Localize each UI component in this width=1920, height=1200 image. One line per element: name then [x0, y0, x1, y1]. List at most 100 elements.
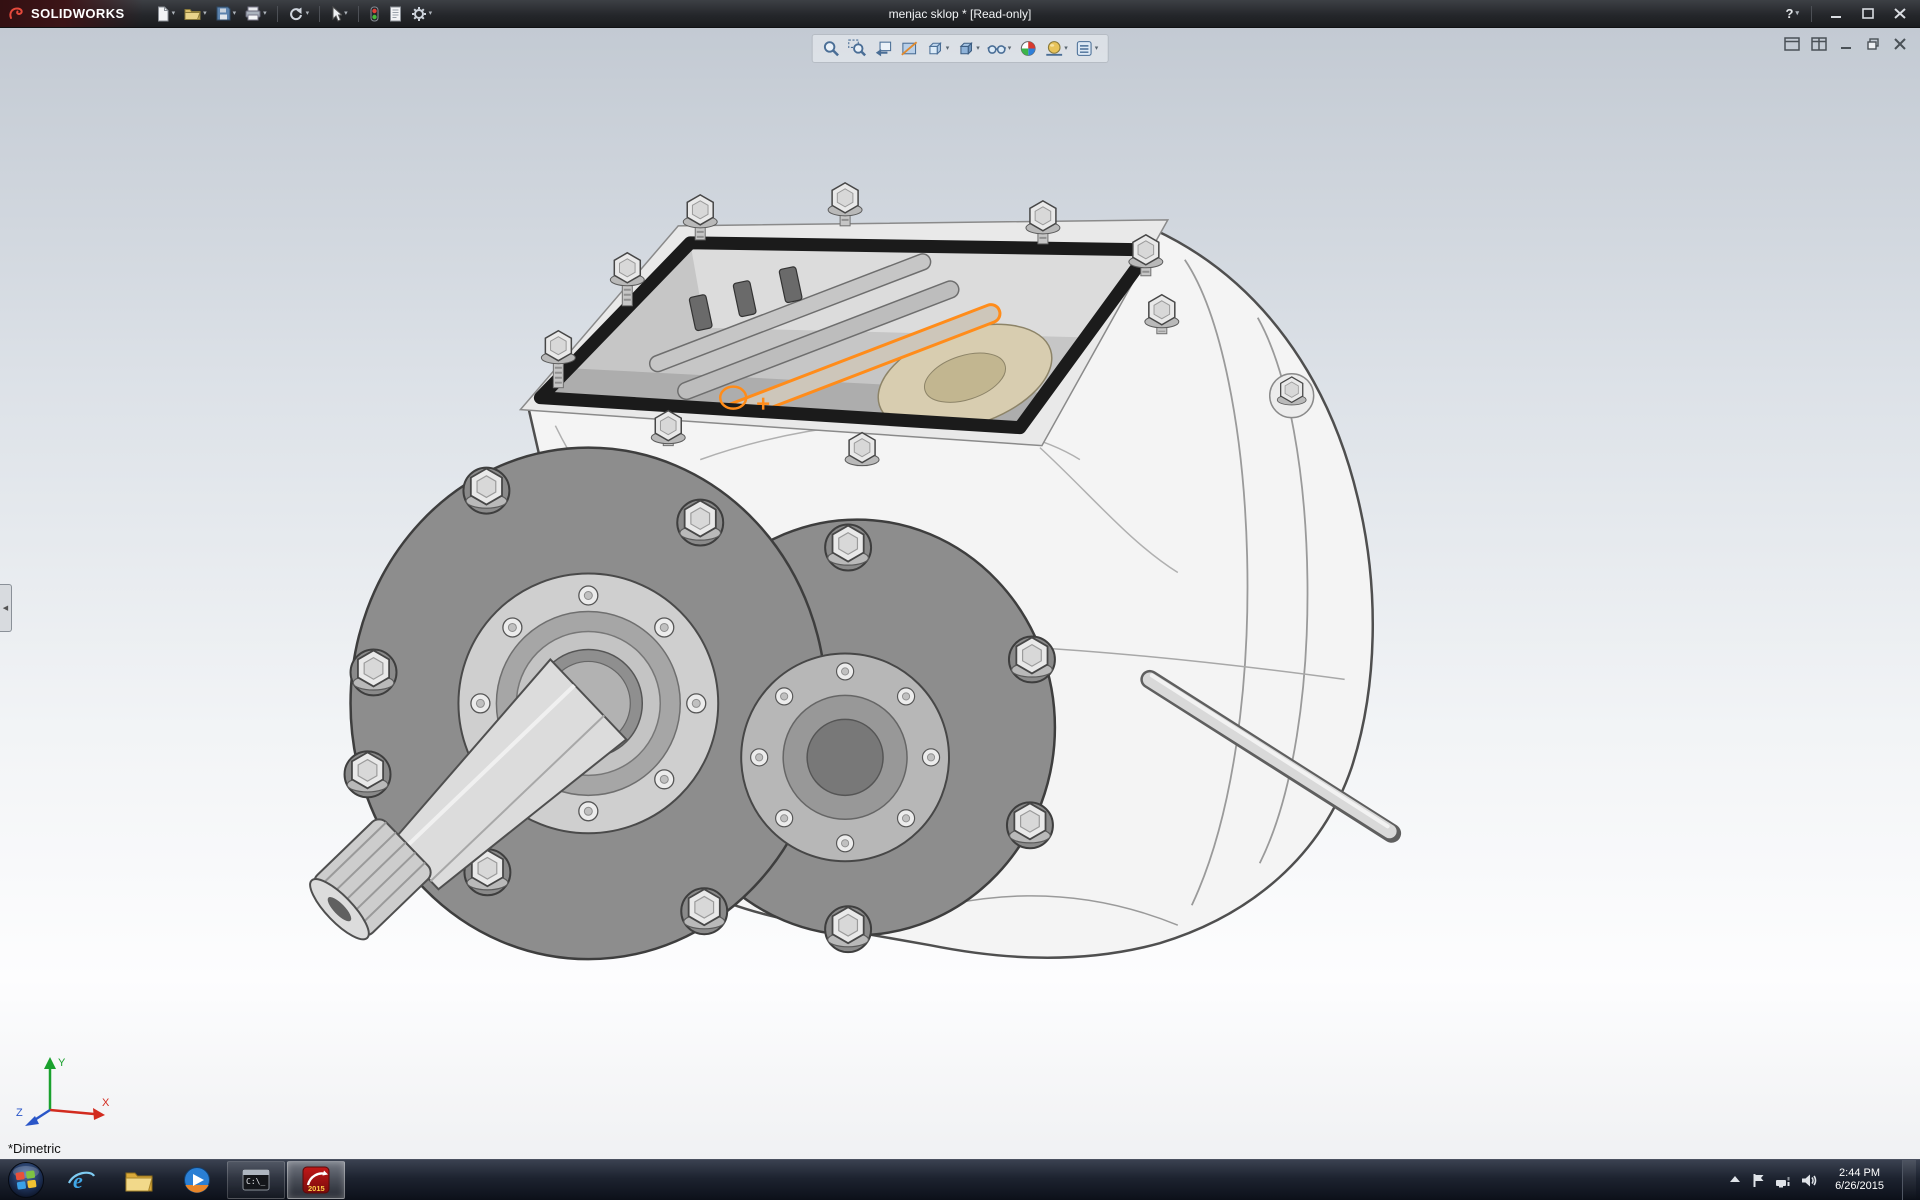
view-orientation-label: *Dimetric — [8, 1141, 61, 1156]
document-window-controls — [1782, 36, 1910, 52]
minimize-document-button[interactable] — [1836, 36, 1856, 52]
save-button[interactable]: ▾ — [213, 4, 240, 23]
media-player-icon — [182, 1165, 212, 1195]
featuremanager-collapsed-tab[interactable]: ◀ — [0, 584, 12, 632]
chevron-up-icon — [1728, 1174, 1742, 1186]
taskbar-internet-explorer[interactable]: e — [53, 1162, 109, 1198]
close-document-icon — [1893, 38, 1907, 50]
side-cover[interactable] — [741, 653, 949, 861]
hide-show-glasses-icon — [987, 39, 1007, 58]
view-settings-icon — [1075, 39, 1094, 58]
options-gear-icon — [411, 6, 427, 22]
network-monitor-icon — [1775, 1173, 1791, 1188]
taskbar-windows-explorer[interactable] — [111, 1162, 167, 1198]
section-view-icon — [900, 39, 919, 58]
zoom-to-area-button[interactable] — [846, 37, 869, 60]
undo-button[interactable]: ▾ — [285, 4, 313, 23]
file-properties-button[interactable] — [386, 4, 405, 24]
system-tray: 2:44 PM 6/26/2015 — [1728, 1160, 1920, 1200]
taskbar-command-prompt[interactable]: C:\_ — [227, 1161, 285, 1199]
tile-windows-icon — [1811, 37, 1827, 51]
open-folder-icon — [184, 6, 201, 21]
gearbox-assembly-model[interactable] — [0, 28, 1920, 1160]
clock-time: 2:44 PM — [1835, 1167, 1884, 1180]
display-style-button[interactable]: ▾ — [954, 37, 982, 60]
options-button[interactable]: ▾ — [408, 4, 436, 24]
section-view-button[interactable] — [898, 37, 921, 60]
desktop: SOLIDWORKS ▾ ▾ ▾ ▾ — [0, 0, 1920, 1200]
ds-logo-icon — [8, 6, 26, 22]
triad-x-label: X — [102, 1097, 110, 1109]
taskbar-solidworks[interactable]: 2015 — [287, 1161, 345, 1199]
select-cursor-icon — [330, 6, 342, 22]
taskbar: e C:\_ — [0, 1159, 1920, 1200]
tile-windows-button[interactable] — [1809, 36, 1829, 52]
minimize-button[interactable] — [1824, 5, 1848, 22]
close-document-button[interactable] — [1890, 36, 1910, 52]
command-prompt-icon: C:\_ — [241, 1165, 271, 1195]
previous-view-button[interactable] — [872, 37, 895, 60]
view-orientation-button[interactable]: ▾ — [924, 37, 952, 60]
folder-icon — [124, 1166, 154, 1194]
network-icon[interactable] — [1775, 1173, 1791, 1188]
document-title: menjac sklop * [Read-only] — [889, 7, 1032, 21]
minimize-document-icon — [1839, 38, 1853, 50]
speaker-icon — [1801, 1173, 1817, 1188]
rebuild-button[interactable] — [366, 4, 383, 24]
taskbar-media-player[interactable] — [169, 1162, 225, 1198]
minimize-icon — [1830, 9, 1842, 19]
edit-appearance-button[interactable] — [1016, 37, 1039, 60]
internet-explorer-icon: e — [66, 1165, 96, 1195]
rebuild-stoplight-icon — [369, 6, 380, 22]
new-document-icon — [156, 6, 170, 22]
maximize-button[interactable] — [1856, 5, 1880, 22]
hide-show-items-button[interactable]: ▾ — [985, 37, 1014, 60]
svg-text:e: e — [73, 1168, 83, 1193]
volume-icon[interactable] — [1801, 1173, 1817, 1188]
apply-scene-button[interactable]: ▾ — [1042, 37, 1070, 60]
cascade-windows-button[interactable] — [1782, 36, 1802, 52]
windows-start-orb-icon — [7, 1161, 45, 1199]
display-style-cube-icon — [956, 39, 975, 58]
view-settings-button[interactable]: ▾ — [1073, 37, 1101, 60]
new-document-button[interactable]: ▾ — [153, 4, 179, 24]
reference-triad: Y X Z — [14, 1048, 114, 1130]
save-icon — [216, 6, 231, 21]
clock-date: 6/26/2015 — [1835, 1180, 1884, 1193]
triad-z-label: Z — [16, 1107, 23, 1119]
show-desktop-button[interactable] — [1902, 1160, 1916, 1200]
undo-icon — [288, 6, 304, 21]
main-toolbar: ▾ ▾ ▾ ▾ ▾ — [153, 4, 436, 24]
start-button[interactable] — [0, 1160, 52, 1200]
restore-document-icon — [1866, 38, 1880, 50]
select-button[interactable]: ▾ — [327, 4, 351, 24]
graphics-area[interactable]: ▾ ▾ ▾ ▾ — [0, 27, 1920, 1160]
solidworks-app-icon: 2015 — [301, 1165, 331, 1195]
show-hidden-icons-button[interactable] — [1728, 1174, 1742, 1186]
restore-document-button[interactable] — [1863, 36, 1883, 52]
close-button[interactable] — [1888, 5, 1912, 22]
previous-view-icon — [874, 39, 893, 58]
zoom-to-fit-icon — [822, 39, 841, 58]
titlebar-right: ?▾ — [1786, 5, 1920, 22]
edit-appearance-ball-icon — [1018, 39, 1037, 58]
zoom-to-fit-button[interactable] — [820, 37, 843, 60]
print-button[interactable]: ▾ — [242, 4, 270, 23]
maximize-icon — [1862, 8, 1874, 19]
command-prompt-glyph: C:\_ — [246, 1177, 265, 1186]
open-button[interactable]: ▾ — [181, 4, 210, 23]
close-icon — [1894, 8, 1906, 19]
solidworks-version-badge: 2015 — [308, 1184, 325, 1193]
cascade-windows-icon — [1784, 37, 1800, 51]
flag-icon — [1752, 1173, 1765, 1188]
file-properties-icon — [389, 6, 402, 22]
taskbar-clock[interactable]: 2:44 PM 6/26/2015 — [1827, 1167, 1892, 1193]
help-button[interactable]: ?▾ — [1786, 6, 1799, 21]
action-center-icon[interactable] — [1752, 1173, 1765, 1188]
titlebar: SOLIDWORKS ▾ ▾ ▾ ▾ — [0, 0, 1920, 27]
print-icon — [245, 6, 261, 21]
zoom-to-area-icon — [848, 39, 867, 58]
triad-y-label: Y — [58, 1057, 66, 1069]
headsup-view-toolbar: ▾ ▾ ▾ ▾ — [812, 34, 1109, 63]
view-orientation-cube-icon — [926, 39, 945, 58]
